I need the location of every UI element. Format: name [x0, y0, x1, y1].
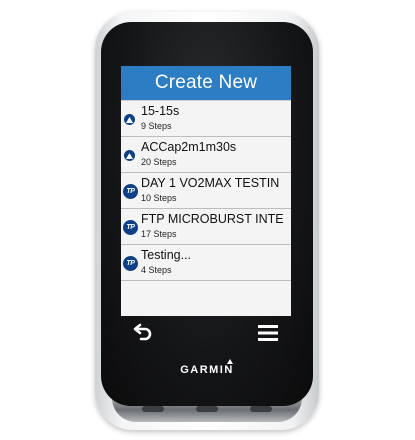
- back-arrow-icon: [133, 323, 152, 341]
- workout-steps: 10 Steps: [141, 193, 177, 203]
- garmin-triangle-icon: [124, 150, 135, 161]
- workout-item[interactable]: TP Testing... 4 Steps: [121, 245, 291, 281]
- workout-item[interactable]: 15-15s 9 Steps: [121, 100, 291, 137]
- workout-item[interactable]: ACCap2m1m30s 20 Steps: [121, 137, 291, 173]
- hamburger-menu-icon: [258, 325, 278, 341]
- trainingpeaks-icon: TP: [123, 184, 138, 199]
- device-grip-slot: [142, 406, 164, 412]
- brand-logo: GARMIN: [180, 364, 234, 376]
- workout-title: Testing...: [141, 248, 192, 262]
- trainingpeaks-icon: TP: [123, 256, 138, 271]
- workout-steps: 4 Steps: [141, 265, 172, 275]
- workout-title: DAY 1 VO2MAX TESTIN: [141, 176, 280, 190]
- menu-button[interactable]: [258, 324, 278, 342]
- workout-title: 15-15s: [141, 104, 180, 118]
- workout-item[interactable]: TP DAY 1 VO2MAX TESTIN 10 Steps: [121, 173, 291, 209]
- device-grip-slot: [196, 406, 218, 412]
- device-grip-slot: [250, 406, 272, 412]
- workout-title: ACCap2m1m30s: [141, 140, 237, 154]
- screen-title: Create New: [121, 66, 291, 100]
- device-screen: Create New 15-15s 9 Steps ACCap2m1m30s 2…: [121, 66, 291, 316]
- trainingpeaks-icon: TP: [123, 220, 138, 235]
- workout-title: FTP MICROBURST INTE: [141, 212, 284, 226]
- workout-item[interactable]: TP FTP MICROBURST INTE 17 Steps: [121, 209, 291, 245]
- workout-steps: 9 Steps: [141, 121, 172, 131]
- garmin-triangle-icon: [124, 114, 135, 125]
- back-button[interactable]: [132, 322, 154, 342]
- workout-list: 15-15s 9 Steps ACCap2m1m30s 20 Steps TP …: [121, 100, 291, 281]
- workout-steps: 20 Steps: [141, 157, 177, 167]
- workout-steps: 17 Steps: [141, 229, 177, 239]
